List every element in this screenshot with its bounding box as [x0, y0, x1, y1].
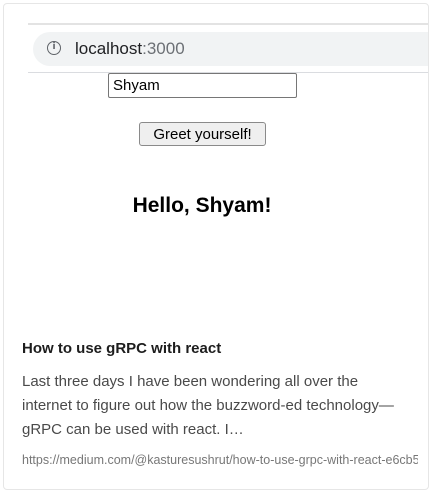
article-description: Last three days I have been wondering al… — [22, 373, 394, 438]
name-input[interactable] — [108, 73, 297, 98]
browser-top-border — [28, 23, 428, 25]
article-link[interactable]: https://medium.com/@kasturesushrut/how-t… — [22, 453, 418, 467]
greet-button[interactable]: Greet yourself! — [139, 122, 266, 146]
url-host: localhost — [75, 39, 143, 58]
preview-screenshot: i localhost:3000 Greet yourself! Hello, … — [4, 4, 428, 334]
address-url[interactable]: localhost:3000 — [75, 39, 185, 59]
greeting-heading: Hello, Shyam! — [132, 194, 272, 217]
link-preview-card[interactable]: i localhost:3000 Greet yourself! Hello, … — [3, 3, 429, 490]
address-bar[interactable]: i localhost:3000 — [33, 32, 428, 66]
article-title[interactable]: How to use gRPC with react — [22, 340, 221, 357]
url-port: :3000 — [142, 39, 185, 58]
info-icon[interactable]: i — [47, 41, 61, 55]
